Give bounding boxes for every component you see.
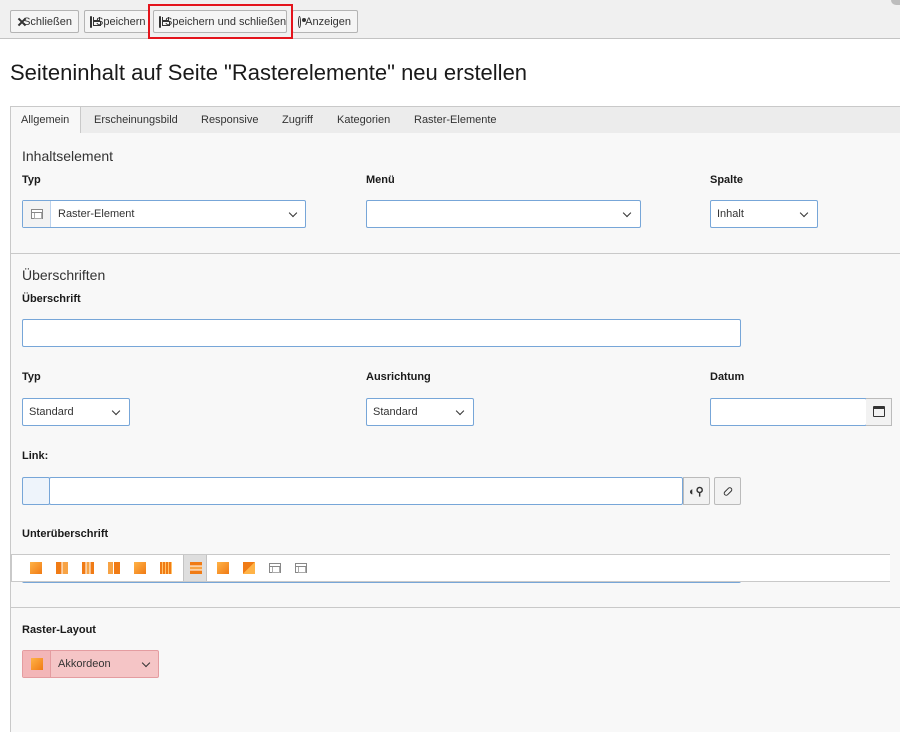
layout-option[interactable]	[76, 555, 100, 581]
menu-label: Menü	[366, 174, 395, 186]
layout-full-icon	[134, 562, 146, 574]
accordion-icon	[31, 658, 43, 670]
header-type-label: Typ	[22, 371, 41, 383]
tab-grid-elements[interactable]: Raster-Elemente	[402, 107, 509, 134]
layout-multicol-icon	[160, 562, 172, 574]
highlight-box	[148, 4, 293, 39]
tab-appearance[interactable]: Erscheinungsbild	[82, 107, 190, 134]
chevron-down-icon	[622, 208, 632, 218]
grid-element-icon	[31, 209, 43, 219]
view-label: Anzeigen	[305, 15, 351, 28]
save-button[interactable]: Speichern	[84, 10, 150, 33]
ctype-icon-box	[23, 201, 51, 227]
ctype-label: Typ	[22, 174, 41, 186]
layout-option[interactable]	[289, 555, 313, 581]
header-align-label: Ausrichtung	[366, 371, 431, 383]
header-align-value: Standard	[373, 406, 418, 418]
link-label: Link:	[22, 450, 49, 462]
section-heading-content-element: Inhaltselement	[22, 148, 114, 164]
link-icon	[722, 486, 734, 497]
menu-select[interactable]	[366, 200, 641, 228]
section-divider	[11, 607, 900, 608]
layout-option[interactable]	[24, 555, 48, 581]
tab-responsive[interactable]: Responsive	[189, 107, 270, 134]
layout-option-selected[interactable]	[183, 555, 207, 581]
chevron-down-icon	[455, 406, 465, 416]
save-icon	[90, 15, 101, 28]
chevron-down-icon	[111, 406, 121, 416]
layout-option[interactable]	[263, 555, 287, 581]
corner-decoration	[891, 0, 900, 5]
layout-3col-icon	[82, 562, 94, 574]
close-icon	[16, 16, 19, 28]
header-align-select[interactable]: Standard	[366, 398, 474, 426]
tab-general[interactable]: Allgemein	[11, 107, 81, 135]
layout-slider-icon	[243, 562, 255, 574]
column-value: Inhalt	[717, 208, 744, 220]
grid-layout-icon-bar	[11, 554, 890, 582]
date-picker-button[interactable]	[866, 398, 892, 426]
layout-2col-uneven-icon	[108, 562, 120, 574]
accordion-icon	[190, 562, 202, 574]
ctype-value: Raster-Element	[58, 208, 135, 220]
link-type-icon-box	[22, 477, 50, 505]
grid-element-icon	[295, 563, 307, 573]
ctype-select[interactable]: Raster-Element	[22, 200, 306, 228]
header-label: Überschrift	[22, 293, 81, 305]
tab-categories[interactable]: Kategorien	[325, 107, 402, 134]
link-wizard-icon: ◐⚲	[689, 486, 704, 498]
grid-layout-label: Raster-Layout	[22, 624, 96, 636]
page-title: Seiteninhalt auf Seite "Rasterelemente" …	[10, 60, 528, 85]
link-browse-button[interactable]	[714, 477, 741, 505]
grid-layout-select[interactable]: Akkordeon	[22, 650, 159, 678]
layout-option[interactable]	[102, 555, 126, 581]
date-label: Datum	[710, 371, 745, 383]
chevron-down-icon	[799, 208, 809, 218]
column-select[interactable]: Inhalt	[710, 200, 818, 228]
layout-option[interactable]	[154, 555, 178, 581]
grid-layout-icon-box	[23, 651, 51, 677]
grid-layout-value: Akkordeon	[58, 658, 111, 670]
layout-option[interactable]	[211, 555, 235, 581]
eye-icon	[298, 16, 307, 28]
close-button[interactable]: Schließen	[10, 10, 79, 33]
header-type-value: Standard	[29, 406, 74, 418]
layout-option[interactable]	[50, 555, 74, 581]
form-panel: Inhaltselement Typ Raster-Element Menü S…	[10, 133, 900, 732]
layout-option[interactable]	[237, 555, 261, 581]
section-divider	[11, 253, 900, 254]
chevron-down-icon	[141, 658, 151, 668]
link-wizard-button[interactable]: ◐⚲	[683, 477, 710, 505]
chevron-down-icon	[288, 208, 298, 218]
layout-1col-icon	[30, 562, 42, 574]
link-input[interactable]	[49, 477, 683, 505]
calendar-icon	[873, 406, 885, 417]
date-input[interactable]	[710, 398, 867, 426]
column-label: Spalte	[710, 174, 744, 186]
header-input[interactable]	[22, 319, 741, 347]
layout-2col-icon	[56, 562, 68, 574]
tab-access[interactable]: Zugriff	[270, 107, 325, 134]
save-label: Speichern	[96, 15, 146, 28]
header-type-select[interactable]: Standard	[22, 398, 130, 426]
grid-element-icon	[269, 563, 281, 573]
section-heading-headers: Überschriften	[22, 267, 106, 283]
view-button[interactable]: Anzeigen	[292, 10, 358, 33]
subheader-label: Unterüberschrift	[22, 528, 109, 540]
tab-bar: Allgemein Erscheinungsbild Responsive Zu…	[10, 106, 900, 135]
layout-option[interactable]	[128, 555, 152, 581]
doc-header-toolbar: Schließen Speichern Speichern und schlie…	[0, 0, 900, 39]
layout-tabs-icon	[217, 562, 229, 574]
close-label: Schließen	[23, 15, 72, 28]
